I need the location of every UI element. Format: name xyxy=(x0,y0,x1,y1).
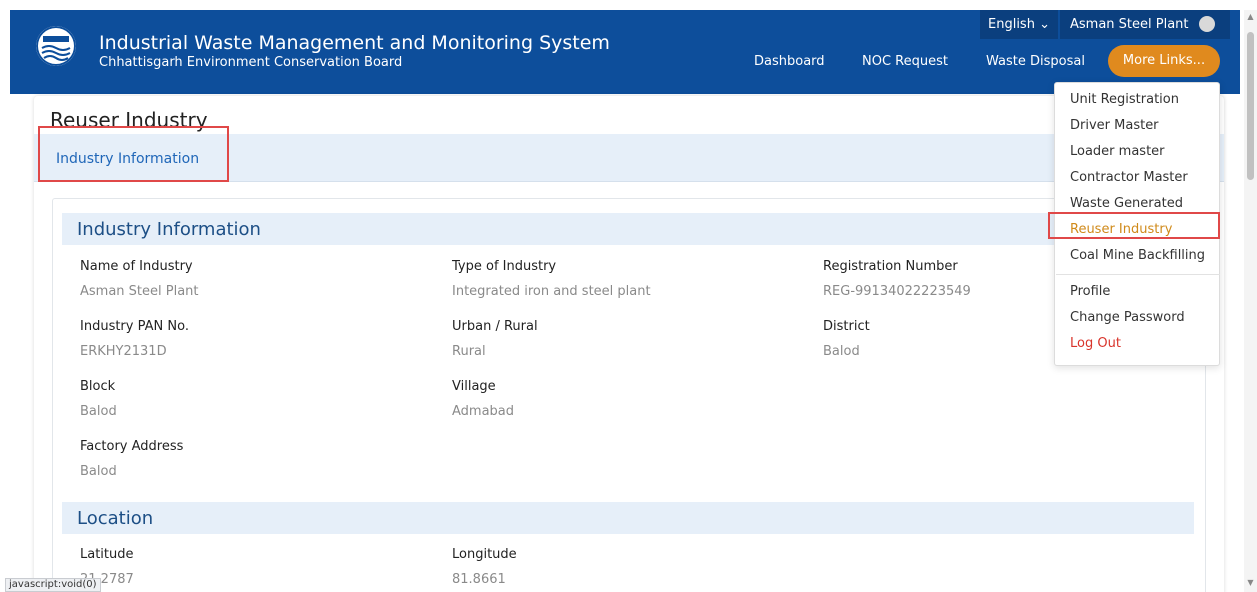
field-value: 81.8661 xyxy=(452,572,506,587)
chevron-down-icon: ⌄ xyxy=(1039,17,1050,32)
field-label: Factory Address xyxy=(80,439,184,454)
menu-item-unit-registration[interactable]: Unit Registration xyxy=(1070,92,1179,107)
scroll-down-icon[interactable]: ▼ xyxy=(1246,578,1255,588)
menu-item-profile[interactable]: Profile xyxy=(1070,284,1110,299)
nav-dashboard[interactable]: Dashboard xyxy=(754,54,825,69)
nav-waste-disposal[interactable]: Waste Disposal xyxy=(986,54,1085,69)
section-location: Location xyxy=(62,502,1194,534)
vertical-scrollbar[interactable]: ▲ ▼ xyxy=(1244,10,1257,592)
field-value: Balod xyxy=(80,464,117,479)
menu-item-loader-master[interactable]: Loader master xyxy=(1070,144,1165,159)
menu-item-coal-mine-backfilling[interactable]: Coal Mine Backfilling xyxy=(1070,248,1205,263)
app-title: Industrial Waste Management and Monitori… xyxy=(99,32,610,54)
field-label: District xyxy=(823,319,870,334)
section-industry-information: Industry Information xyxy=(62,213,1194,245)
section-title: Location xyxy=(77,508,154,529)
field-value: Integrated iron and steel plant xyxy=(452,284,651,299)
language-label: English xyxy=(988,17,1035,32)
field-label: Latitude xyxy=(80,547,134,562)
menu-item-contractor-master[interactable]: Contractor Master xyxy=(1070,170,1188,185)
menu-divider xyxy=(1056,274,1220,275)
highlight-box-tab xyxy=(38,126,229,182)
app-subtitle: Chhattisgarh Environment Conservation Bo… xyxy=(99,55,403,70)
field-value: Asman Steel Plant xyxy=(80,284,199,299)
field-value: REG-99134022223549 xyxy=(823,284,971,299)
user-menu[interactable]: Asman Steel Plant xyxy=(1060,10,1230,39)
menu-item-driver-master[interactable]: Driver Master xyxy=(1070,118,1159,133)
field-label: Industry PAN No. xyxy=(80,319,189,334)
field-label: Block xyxy=(80,379,116,394)
language-selector[interactable]: English ⌄ xyxy=(980,10,1058,39)
menu-item-log-out[interactable]: Log Out xyxy=(1070,336,1121,351)
field-label: Name of Industry xyxy=(80,259,193,274)
section-title: Industry Information xyxy=(77,219,261,240)
highlight-box-menu xyxy=(1048,212,1220,239)
field-label: Longitude xyxy=(452,547,517,562)
field-value: Balod xyxy=(823,344,860,359)
field-label: Urban / Rural xyxy=(452,319,538,334)
field-value: Rural xyxy=(452,344,486,359)
more-links-button[interactable]: More Links... xyxy=(1108,45,1220,77)
menu-item-change-password[interactable]: Change Password xyxy=(1070,310,1185,325)
field-value: Admabad xyxy=(452,404,515,419)
scroll-up-icon[interactable]: ▲ xyxy=(1246,12,1255,22)
nav-noc-request[interactable]: NOC Request xyxy=(862,54,948,69)
user-avatar-icon xyxy=(1198,15,1215,32)
field-label: Village xyxy=(452,379,496,394)
status-link-preview: javascript:void(0) xyxy=(5,578,101,592)
field-value: ERKHY2131D xyxy=(80,344,167,359)
field-value: Balod xyxy=(80,404,117,419)
user-name: Asman Steel Plant xyxy=(1070,17,1189,32)
scroll-thumb[interactable] xyxy=(1247,32,1254,180)
field-label: Type of Industry xyxy=(452,259,557,274)
menu-item-waste-generated[interactable]: Waste Generated xyxy=(1070,196,1183,211)
board-logo-icon xyxy=(36,26,76,66)
field-label: Registration Number xyxy=(823,259,958,274)
